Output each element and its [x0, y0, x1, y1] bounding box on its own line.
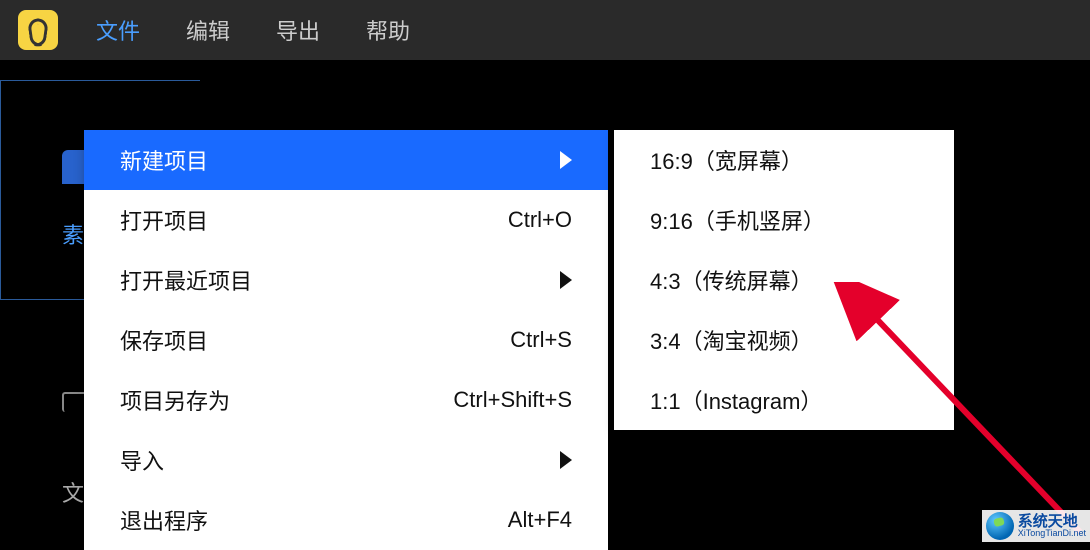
menu-item-label: 新建项目 [120, 144, 560, 176]
watermark-text: 系统天地 XiTongTianDi.net [1018, 514, 1086, 538]
menu-item-label: 打开项目 [120, 204, 508, 236]
menu-help[interactable]: 帮助 [358, 10, 418, 50]
menu-item-label: 项目另存为 [120, 384, 453, 416]
app-logo[interactable] [18, 10, 58, 50]
submenu-item-16-9[interactable]: 16:9（宽屏幕） [614, 130, 954, 190]
globe-icon [986, 512, 1014, 540]
new-project-submenu: 16:9（宽屏幕） 9:16（手机竖屏） 4:3（传统屏幕） 3:4（淘宝视频）… [614, 130, 954, 430]
content-area: 素 文 新建项目 打开项目 Ctrl+O 打开最近项目 保存项目 Ctrl+S … [0, 60, 1090, 542]
watermark-cn: 系统天地 [1018, 514, 1086, 529]
menu-item-exit[interactable]: 退出程序 Alt+F4 [84, 490, 608, 550]
menu-export[interactable]: 导出 [268, 10, 328, 50]
menu-item-shortcut: Alt+F4 [508, 507, 572, 533]
menu-file[interactable]: 文件 [88, 10, 148, 50]
menu-item-open-project[interactable]: 打开项目 Ctrl+O [84, 190, 608, 250]
logo-icon [27, 17, 49, 43]
menu-item-save-project[interactable]: 保存项目 Ctrl+S [84, 310, 608, 370]
submenu-item-1-1[interactable]: 1:1（Instagram） [614, 370, 954, 430]
submenu-item-4-3[interactable]: 4:3（传统屏幕） [614, 250, 954, 310]
menu-edit[interactable]: 编辑 [178, 10, 238, 50]
chevron-right-icon [560, 451, 572, 469]
menu-item-label: 导入 [120, 444, 560, 476]
submenu-item-3-4[interactable]: 3:4（淘宝视频） [614, 310, 954, 370]
chevron-right-icon [560, 151, 572, 169]
menu-item-import[interactable]: 导入 [84, 430, 608, 490]
menu-item-open-recent[interactable]: 打开最近项目 [84, 250, 608, 310]
file-dropdown: 新建项目 打开项目 Ctrl+O 打开最近项目 保存项目 Ctrl+S 项目另存… [84, 130, 608, 550]
menu-item-new-project[interactable]: 新建项目 [84, 130, 608, 190]
sidebar-tab-label: 素 [62, 218, 84, 250]
watermark-en: XiTongTianDi.net [1018, 529, 1086, 538]
topbar: 文件 编辑 导出 帮助 [0, 0, 1090, 60]
partial-text: 文 [62, 476, 84, 508]
menu-item-save-as[interactable]: 项目另存为 Ctrl+Shift+S [84, 370, 608, 430]
menu-item-shortcut: Ctrl+Shift+S [453, 387, 572, 413]
chevron-right-icon [560, 271, 572, 289]
menu-item-label: 保存项目 [120, 324, 510, 356]
menu-item-shortcut: Ctrl+S [510, 327, 572, 353]
menu-item-label: 打开最近项目 [120, 264, 560, 296]
menu-item-label: 退出程序 [120, 504, 508, 536]
submenu-item-9-16[interactable]: 9:16（手机竖屏） [614, 190, 954, 250]
menu-item-shortcut: Ctrl+O [508, 207, 572, 233]
watermark: 系统天地 XiTongTianDi.net [982, 510, 1090, 542]
